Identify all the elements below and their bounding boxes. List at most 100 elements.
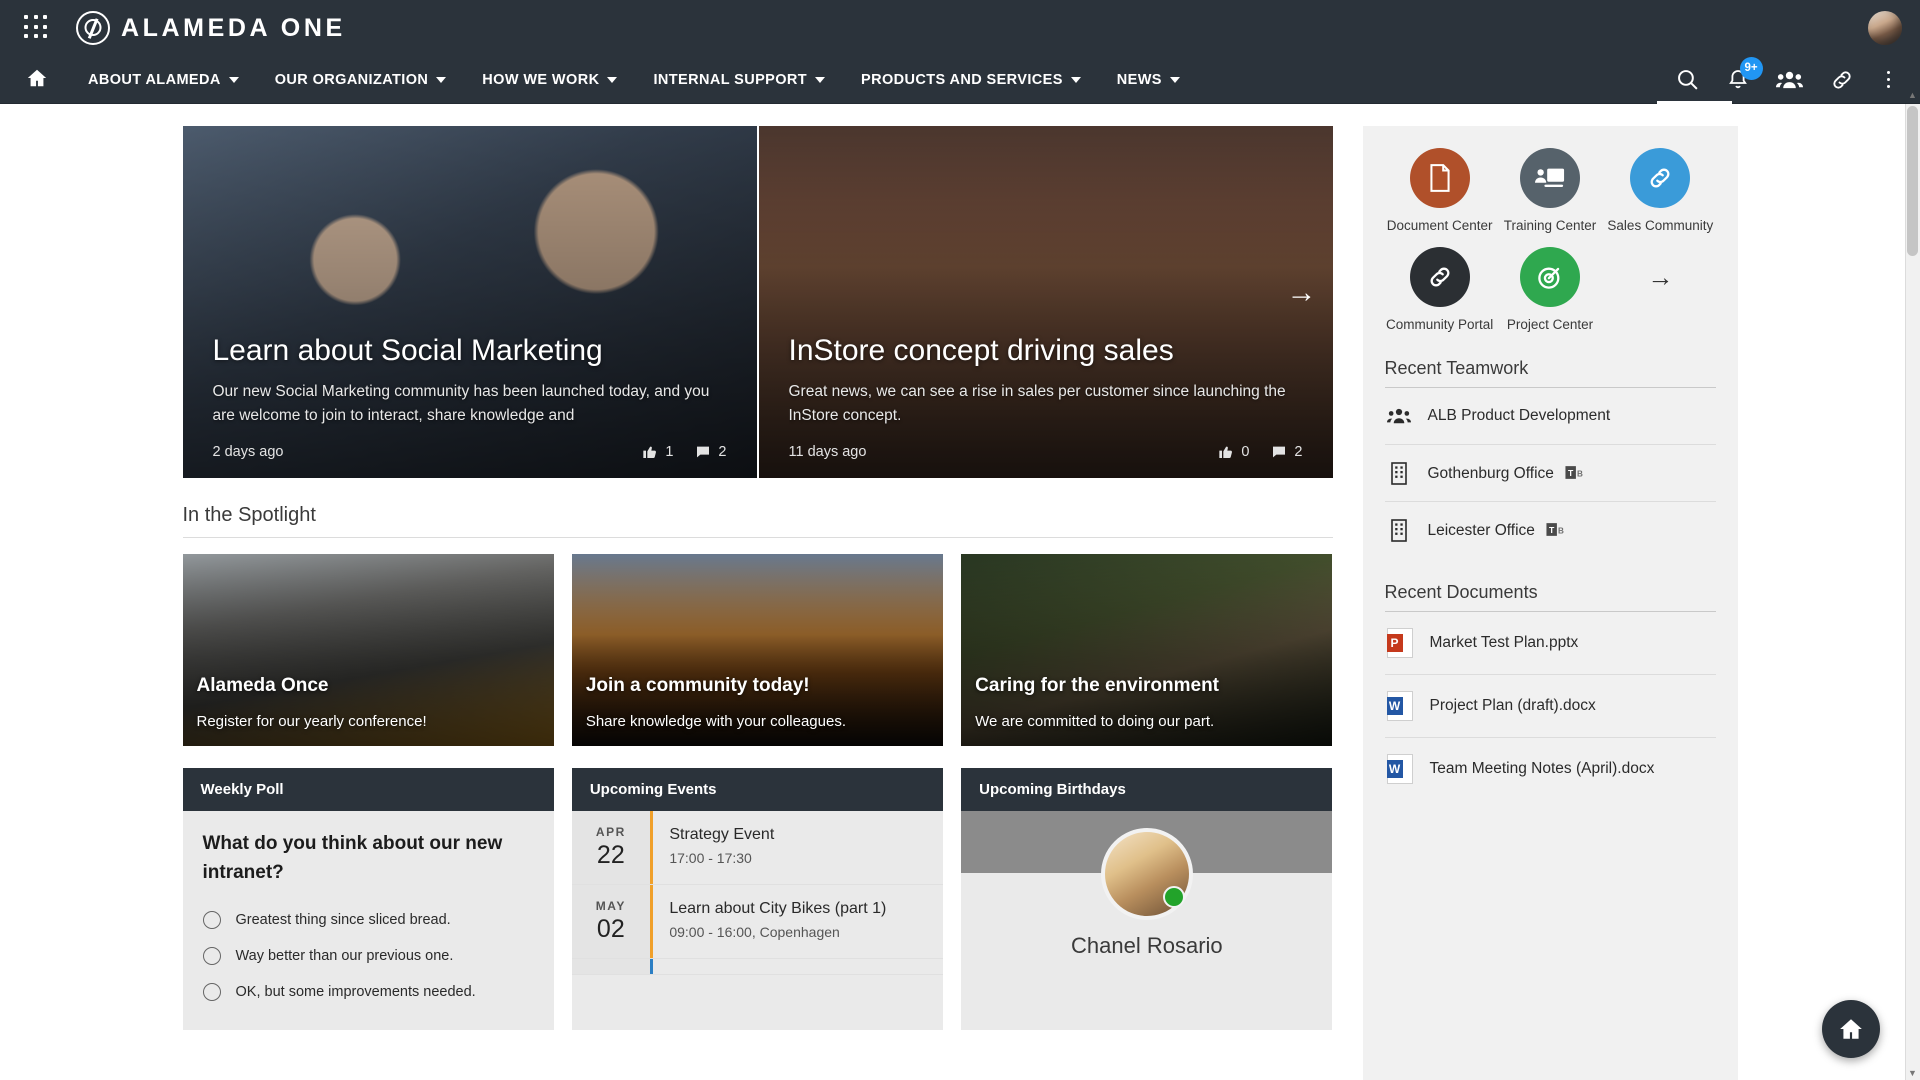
link-icon[interactable] [1829,68,1855,92]
nav-item-news[interactable]: NEWS [1099,56,1198,104]
event-date [571,959,650,974]
section-title-teamwork: Recent Teamwork [1384,358,1529,379]
nav-item-internal-support[interactable]: INTERNAL SUPPORT [635,56,843,104]
quick-links-more[interactable]: → [1605,247,1715,334]
nav-item-how-we-work[interactable]: HOW WE WORK [464,56,635,104]
quick-link-community-portal[interactable]: Community Portal [1385,247,1495,334]
spotlight-card[interactable]: Caring for the environment We are commit… [961,554,1333,746]
page-title: In the Spotlight [182,504,316,526]
quick-link-project-center[interactable]: Project Center [1495,247,1605,334]
list-item[interactable]: P Market Test Plan.pptx [1384,612,1716,676]
radio-button[interactable] [202,982,221,1001]
upcoming-birthdays-widget: Upcoming Birthdays Chanel Rosario [961,768,1333,1030]
scroll-down-arrow[interactable]: ▼ [1906,1068,1919,1078]
avatar[interactable] [1100,828,1193,920]
scroll-up-arrow[interactable]: ▲ [1906,90,1919,100]
main-content: Learn about Social Marketing Our new Soc… [182,126,1333,1080]
main-navigation: ABOUT ALAMEDA OUR ORGANIZATION HOW WE WO… [0,56,1920,104]
scrollbar-thumb[interactable] [1907,106,1918,256]
word-icon: W [1386,691,1413,722]
spotlight-card[interactable]: Join a community today! Share knowledge … [571,554,944,746]
poll-option-label: Greatest thing since sliced bread. [235,911,451,928]
spotlight-subtitle: Register for our yearly conference! [196,713,427,730]
people-icon [1386,404,1411,428]
list-item[interactable]: W Project Plan (draft).docx [1384,675,1716,739]
quick-link-label: Community Portal [1386,317,1494,333]
radio-button[interactable] [202,946,221,965]
teamwork-label-text: Leicester Office [1427,521,1535,539]
chevron-down-icon [436,76,447,83]
documents-list: P Market Test Plan.pptx W Project Plan (… [1384,612,1716,800]
poll-option[interactable]: Way better than our previous one. [202,938,534,974]
bell-icon[interactable]: 9+ [1726,56,1763,92]
comment-icon [1273,446,1286,458]
quick-link-sales-community[interactable]: Sales Community [1605,148,1715,235]
poll-option[interactable]: Greatest thing since sliced bread. [202,902,534,938]
brand-mark-icon [76,11,110,45]
events-list: APR 22 Strategy Event 17:00 - 17:30 MAY … [571,811,944,975]
birthday-banner [961,811,1333,920]
topbar-right [1868,11,1902,45]
hero-stats: 0 2 [1218,444,1303,460]
like-count[interactable]: 0 [1218,444,1249,460]
widget-title: Weekly Poll [182,768,554,811]
hero-description: Great news, we can see a rise in sales p… [788,383,1286,425]
powerpoint-icon: P [1386,628,1413,659]
comment-icon [697,446,710,458]
event-month: MAY [595,899,626,913]
carousel-next-arrow[interactable]: → [1287,276,1317,310]
quick-links-grid: Document Center Training Center Sales Co… [1385,148,1716,334]
svg-text:B: B [1577,469,1583,478]
event-day: 02 [596,915,625,943]
hero-timestamp: 2 days ago [212,444,284,460]
chevron-down-icon [228,76,239,83]
nav-item-products-and-services[interactable]: PRODUCTS AND SERVICES [843,56,1099,104]
hero-title: Learn about Social Marketing [212,334,603,367]
spotlight-row: Alameda Once Register for our yearly con… [182,554,1333,746]
spotlight-card[interactable]: Alameda Once Register for our yearly con… [182,554,554,746]
building-icon [1387,518,1411,543]
event-time: 17:00 - 17:30 [669,850,752,866]
hero-carousel: Learn about Social Marketing Our new Soc… [182,126,1333,478]
user-avatar[interactable] [1868,11,1902,45]
event-title: Learn about City Bikes (part 1) [669,900,887,917]
comment-count[interactable]: 2 [695,444,727,460]
event-date: MAY 02 [571,885,650,958]
hero-card[interactable]: → InStore concept driving sales Great ne… [756,126,1333,478]
radio-button[interactable] [202,910,221,929]
spotlight-title: Caring for the environment [975,675,1220,696]
thumbs-up-icon [1219,446,1233,458]
home-fab-button[interactable] [1822,1000,1880,1058]
comment-count[interactable]: 2 [1271,444,1303,460]
list-item[interactable]: Gothenburg Office T B [1384,445,1716,503]
list-item[interactable]: ALB Product Development [1384,388,1716,446]
poll-option[interactable]: OK, but some improvements needed. [202,974,534,1010]
scrollbar[interactable]: ▲ ▼ [1905,90,1920,1080]
nav-item-our-organization[interactable]: OUR ORGANIZATION [257,56,465,104]
list-item[interactable]: W Team Meeting Notes (April).docx [1385,738,1716,800]
like-count[interactable]: 1 [642,444,673,460]
nav-item-about-alameda[interactable]: ABOUT ALAMEDA [70,56,257,104]
comment-number: 2 [718,444,727,460]
people-icon[interactable] [1775,68,1803,92]
poll-body: What do you think about our new intranet… [183,811,554,1030]
event-row[interactable]: APR 22 Strategy Event 17:00 - 17:30 [571,811,944,885]
event-title: Strategy Event [669,826,775,843]
svg-text:T: T [1568,468,1574,478]
teams-badge-icon: T B [1546,521,1566,538]
upcoming-events-widget: Upcoming Events APR 22 Strategy Event 17… [571,768,944,1030]
hero-card[interactable]: Learn about Social Marketing Our new Soc… [182,126,757,478]
list-item[interactable]: Leicester Office T B [1385,502,1716,558]
chevron-down-icon [815,76,826,83]
quick-link-document-center[interactable]: Document Center [1385,148,1495,235]
spotlight-body: Join a community today! Share knowledge … [572,675,943,746]
search-icon[interactable] [1675,67,1700,92]
app-grid-icon[interactable] [24,15,50,41]
quick-link-training-center[interactable]: Training Center [1495,148,1605,235]
brand-logo[interactable]: ALAMEDA ONE [76,11,346,45]
event-row[interactable] [571,959,944,975]
brand-name: ALAMEDA ONE [121,13,346,42]
kebab-menu-icon[interactable] [1881,69,1897,91]
event-row[interactable]: MAY 02 Learn about City Bikes (part 1) 0… [571,885,944,959]
home-icon[interactable] [26,67,48,93]
